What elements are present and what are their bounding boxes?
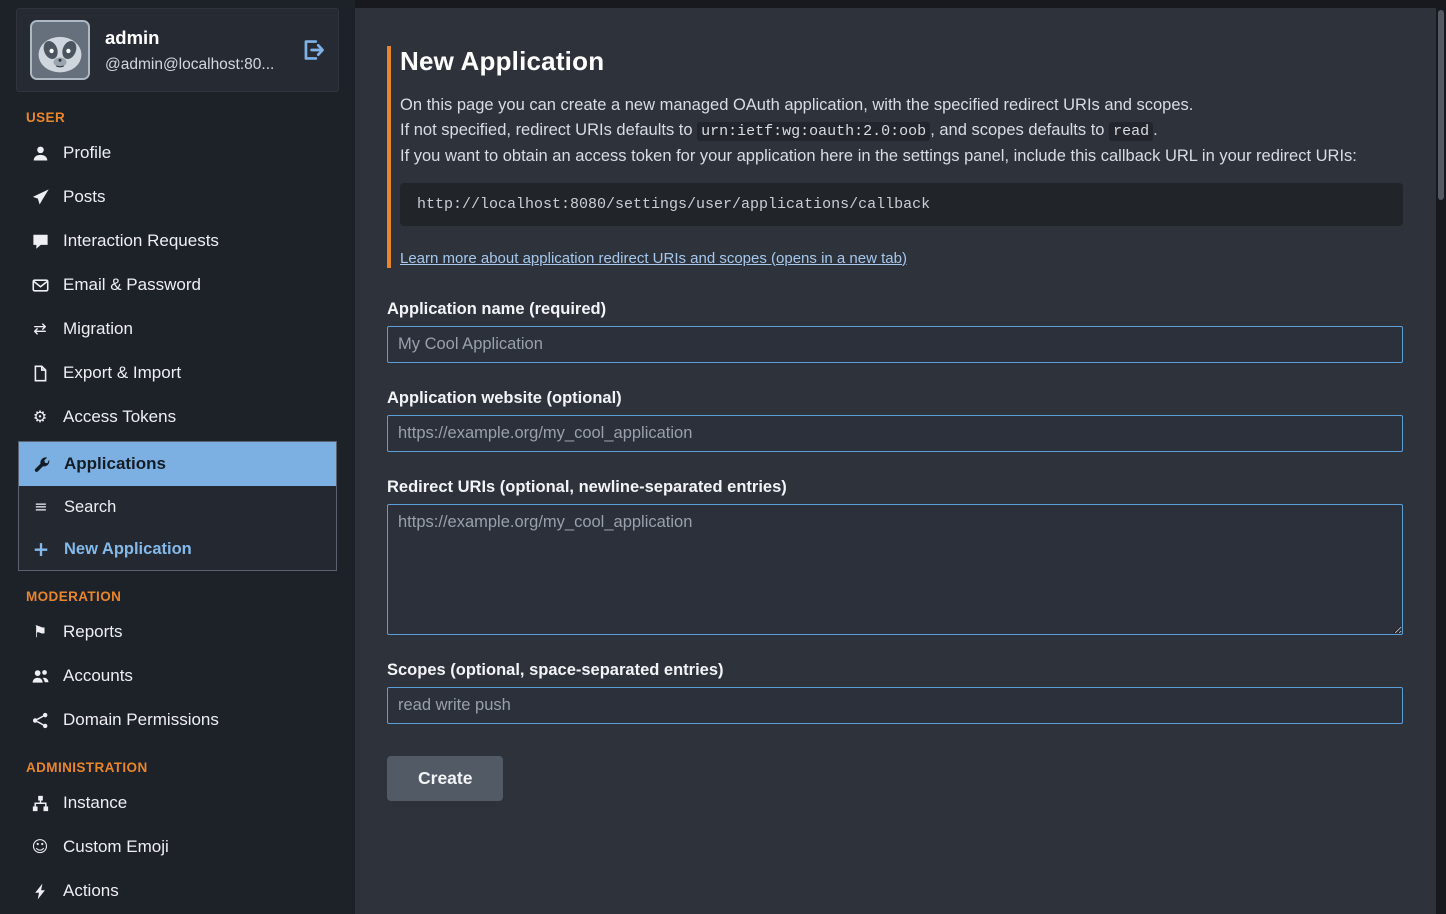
callback-url: http://localhost:8080/settings/user/appl… — [400, 183, 1403, 226]
comment-icon — [30, 233, 50, 250]
sidebar-item-label: Profile — [63, 142, 111, 164]
sidebar-item-label: Search — [64, 496, 116, 518]
sloth-avatar — [32, 22, 88, 78]
intro-line-2-pre: If not specified, redirect URIs defaults… — [400, 121, 697, 139]
sidebar-item-instance[interactable]: Instance — [0, 781, 355, 825]
sidebar-item-interaction-requests[interactable]: Interaction Requests — [0, 219, 355, 263]
logout-icon[interactable] — [301, 38, 325, 62]
redirect-uris-label: Redirect URIs (optional, newline-separat… — [387, 478, 1403, 497]
sitemap-icon — [30, 795, 50, 812]
intro-line-1: On this page you can create a new manage… — [400, 93, 1403, 118]
intro-line-2: If not specified, redirect URIs defaults… — [400, 118, 1403, 145]
sidebar: admin @admin@localhost:80... USER Profil… — [0, 0, 355, 914]
users-icon — [30, 668, 50, 685]
list-icon: ≡ — [31, 496, 51, 518]
sidebar-item-reports[interactable]: ⚑ Reports — [0, 610, 355, 654]
redirect-uris-textarea[interactable] — [387, 504, 1403, 635]
sidebar-item-export-import[interactable]: Export & Import — [0, 351, 355, 395]
sidebar-item-label: Custom Emoji — [63, 836, 169, 858]
section-header-administration: ADMINISTRATION — [26, 760, 339, 775]
scrollbar-thumb[interactable] — [1438, 10, 1444, 200]
sidebar-item-custom-emoji[interactable]: ☺ Custom Emoji — [0, 825, 355, 869]
oob-uri-code: urn:ietf:wg:oauth:2.0:oob — [697, 122, 930, 141]
plus-icon: + — [31, 538, 51, 560]
user-meta: admin @admin@localhost:80... — [105, 27, 280, 74]
application-website-label: Application website (optional) — [387, 389, 1403, 408]
sidebar-item-label: Email & Password — [63, 274, 201, 296]
bolt-icon — [30, 883, 50, 900]
sidebar-subitem-new-application[interactable]: + New Application — [19, 528, 336, 570]
arrows-left-right-icon: ⇄ — [30, 318, 50, 340]
sidebar-item-domain-permissions[interactable]: Domain Permissions — [0, 698, 355, 742]
main-panel: New Application On this page you can cre… — [355, 8, 1436, 914]
read-scope-code: read — [1109, 122, 1153, 141]
applications-nav-group: Applications ≡ Search + New Application — [18, 441, 337, 571]
sidebar-item-label: Export & Import — [63, 362, 181, 384]
sidebar-item-migration[interactable]: ⇄ Migration — [0, 307, 355, 351]
sidebar-item-access-tokens[interactable]: ⚙ Access Tokens — [0, 395, 355, 439]
envelope-icon — [30, 277, 50, 294]
scopes-label: Scopes (optional, space-separated entrie… — [387, 661, 1403, 680]
sidebar-item-posts[interactable]: Posts — [0, 175, 355, 219]
avatar — [30, 20, 90, 80]
sidebar-item-label: Migration — [63, 318, 133, 340]
create-button[interactable]: Create — [387, 756, 503, 801]
sidebar-item-label: Instance — [63, 792, 127, 814]
sidebar-item-applications[interactable]: Applications — [19, 442, 336, 486]
user-name: admin — [105, 27, 159, 48]
sidebar-item-label: Applications — [64, 453, 166, 475]
scopes-field: Scopes (optional, space-separated entrie… — [387, 661, 1403, 724]
user-card[interactable]: admin @admin@localhost:80... — [16, 8, 339, 92]
sidebar-item-label: Interaction Requests — [63, 230, 219, 252]
sidebar-item-actions[interactable]: Actions — [0, 869, 355, 913]
sidebar-item-accounts[interactable]: Accounts — [0, 654, 355, 698]
flag-icon: ⚑ — [30, 621, 50, 643]
wrench-icon — [31, 456, 51, 473]
intro-section: New Application On this page you can cre… — [387, 46, 1403, 268]
page-title: New Application — [400, 46, 1403, 77]
section-header-user: USER — [26, 110, 339, 125]
sidebar-item-label: Domain Permissions — [63, 709, 219, 731]
file-export-icon — [30, 365, 50, 382]
sidebar-item-label: Reports — [63, 621, 123, 643]
intro-line-2-post: . — [1153, 121, 1158, 139]
redirect-uris-field: Redirect URIs (optional, newline-separat… — [387, 478, 1403, 635]
share-nodes-icon — [30, 712, 50, 729]
sidebar-item-label: Posts — [63, 186, 106, 208]
sidebar-item-label: New Application — [64, 538, 192, 560]
person-icon — [30, 145, 50, 162]
application-website-field: Application website (optional) — [387, 389, 1403, 452]
user-handle: @admin@localhost:80... — [105, 56, 280, 74]
gear-icon: ⚙ — [30, 406, 50, 428]
scopes-input[interactable] — [387, 687, 1403, 724]
application-name-field: Application name (required) — [387, 300, 1403, 363]
paper-plane-icon — [30, 189, 50, 206]
application-website-input[interactable] — [387, 415, 1403, 452]
sidebar-item-label: Access Tokens — [63, 406, 176, 428]
sidebar-item-profile[interactable]: Profile — [0, 131, 355, 175]
sidebar-subitem-search[interactable]: ≡ Search — [19, 486, 336, 528]
application-name-label: Application name (required) — [387, 300, 1403, 319]
intro-line-3: If you want to obtain an access token fo… — [400, 144, 1403, 169]
sidebar-item-label: Actions — [63, 880, 119, 902]
sidebar-item-email-password[interactable]: Email & Password — [0, 263, 355, 307]
new-application-form: Application name (required) Application … — [387, 300, 1403, 801]
smiley-icon: ☺ — [30, 836, 50, 858]
application-name-input[interactable] — [387, 326, 1403, 363]
sidebar-item-label: Accounts — [63, 665, 133, 687]
intro-line-2-mid: , and scopes defaults to — [930, 121, 1109, 139]
docs-link[interactable]: Learn more about application redirect UR… — [400, 250, 907, 267]
section-header-moderation: MODERATION — [26, 589, 339, 604]
